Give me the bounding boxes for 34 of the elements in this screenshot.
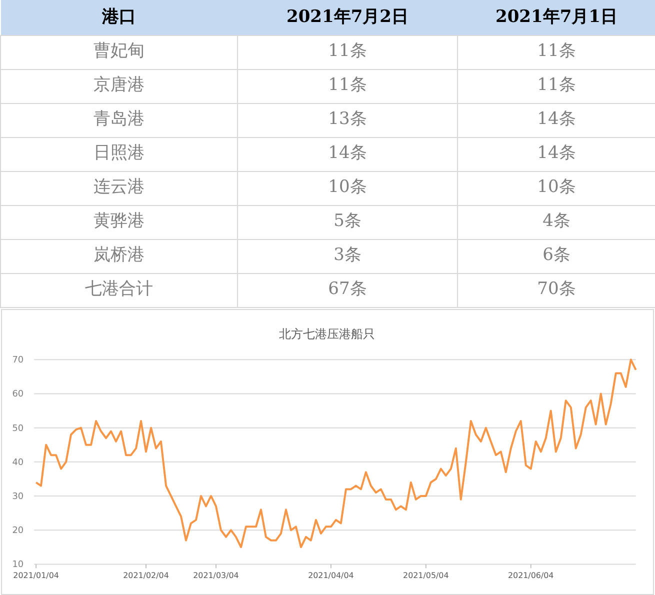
chart-title: 北方七港压港船只: [279, 326, 375, 340]
y-axis-label: 10: [12, 560, 24, 570]
table-cell: 七港合计: [0, 273, 238, 307]
table-cell: 10条: [238, 171, 458, 205]
table-cell: 67条: [238, 273, 458, 307]
table-cell: 曹妃甸: [0, 35, 238, 69]
table-cell: 3条: [238, 239, 458, 273]
x-axis-label: 2021/01/04: [13, 570, 59, 580]
table-cell: 11条: [238, 69, 458, 103]
x-axis-label: 2021/05/04: [403, 570, 449, 580]
x-axis-label: 2021/03/04: [193, 570, 239, 580]
column-header: 港口: [0, 0, 238, 35]
table-cell: 黄骅港: [0, 205, 238, 239]
table-cell: 11条: [238, 35, 458, 69]
x-axis-label: 2021/04/04: [308, 570, 354, 580]
table-cell: 日照港: [0, 137, 238, 171]
column-header: 2021年7月2日: [238, 0, 458, 35]
table-cell: 岚桥港: [0, 239, 238, 273]
y-axis-label: 60: [12, 389, 24, 400]
y-axis-label: 30: [12, 492, 24, 502]
y-axis-label: 70: [12, 355, 24, 366]
x-axis-label: 2021/02/04: [123, 570, 169, 580]
table-cell: 京唐港: [0, 69, 238, 103]
y-axis-label: 40: [12, 457, 24, 468]
column-header: 2021年7月1日: [458, 0, 655, 35]
table-cell: 连云港: [0, 171, 238, 205]
table-cell: 青岛港: [0, 103, 238, 137]
table-cell: 14条: [238, 137, 458, 171]
table-cell: 11条: [458, 35, 655, 69]
y-axis-label: 50: [12, 423, 24, 434]
table-cell: 13条: [238, 103, 458, 137]
x-axis-label: 2021/06/04: [508, 570, 554, 580]
table-cell: 5条: [238, 205, 458, 239]
y-axis-label: 20: [12, 526, 24, 536]
